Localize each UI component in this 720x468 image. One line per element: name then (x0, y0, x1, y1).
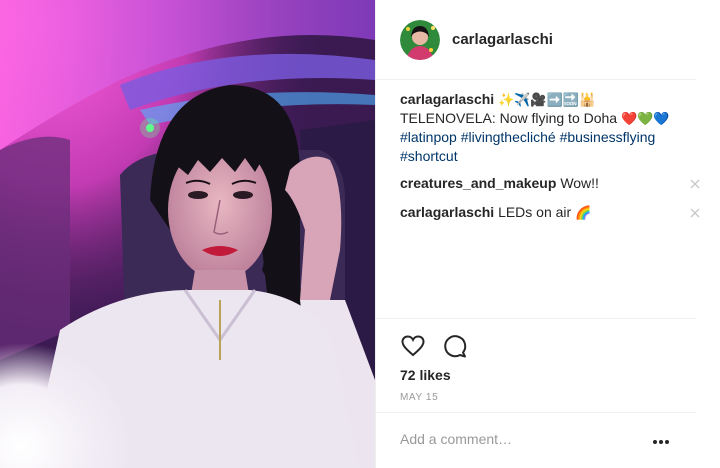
comment-username[interactable]: creatures_and_makeup (400, 175, 556, 191)
close-icon[interactable] (690, 208, 700, 218)
post-photo[interactable] (0, 0, 375, 468)
post-author-username[interactable]: carlagarlaschi (452, 31, 553, 48)
avatar-image (400, 19, 440, 60)
heart-icon[interactable] (400, 333, 426, 359)
comment-item: carlagarlaschi LEDs on air 🌈 (400, 203, 700, 222)
action-icons (400, 333, 484, 359)
caption-username[interactable]: carlagarlaschi (400, 91, 494, 107)
comment-username[interactable]: carlagarlaschi (400, 204, 494, 220)
close-icon[interactable] (690, 179, 700, 189)
speech-bubble-icon[interactable] (442, 333, 468, 359)
likes-count[interactable]: 72 likes (400, 367, 451, 383)
post-date: MAY 15 (400, 392, 439, 403)
post-header: carlagarlaschi (376, 0, 696, 80)
comment-text: Wow!! (560, 175, 599, 191)
post-details-panel: carlagarlaschi carlagarlaschi ✨✈️🎥➡️🔜🕌 T… (375, 0, 720, 468)
instagram-post: carlagarlaschi carlagarlaschi ✨✈️🎥➡️🔜🕌 T… (0, 0, 720, 468)
comment-item: creatures_and_makeup Wow!! (400, 174, 700, 193)
comments-list: carlagarlaschi ✨✈️🎥➡️🔜🕌 TELENOVELA: Now … (400, 90, 700, 232)
ellipsis-icon[interactable] (652, 439, 670, 445)
post-actions: 72 likes MAY 15 (376, 318, 696, 412)
selfie-image (0, 0, 375, 468)
rainbow-emoji: 🌈 (575, 205, 592, 220)
avatar[interactable] (400, 19, 440, 60)
caption-heart-emojis: ❤️💚💙 (621, 111, 670, 126)
post-caption: carlagarlaschi ✨✈️🎥➡️🔜🕌 TELENOVELA: Now … (400, 90, 700, 166)
caption-emojis: ✨✈️🎥➡️🔜🕌 (498, 92, 596, 107)
add-comment-section (376, 412, 696, 468)
hashtag-link[interactable]: #shortcut (400, 148, 458, 164)
hashtag-link[interactable]: #livingthecliché (461, 129, 556, 145)
comment-text: LEDs on air (498, 204, 572, 220)
hashtag-link[interactable]: #latinpop (400, 129, 457, 145)
caption-text: TELENOVELA: Now flying to Doha (400, 110, 618, 126)
hashtag-link[interactable]: #businessflying (560, 129, 656, 145)
comment-input[interactable] (400, 431, 650, 447)
